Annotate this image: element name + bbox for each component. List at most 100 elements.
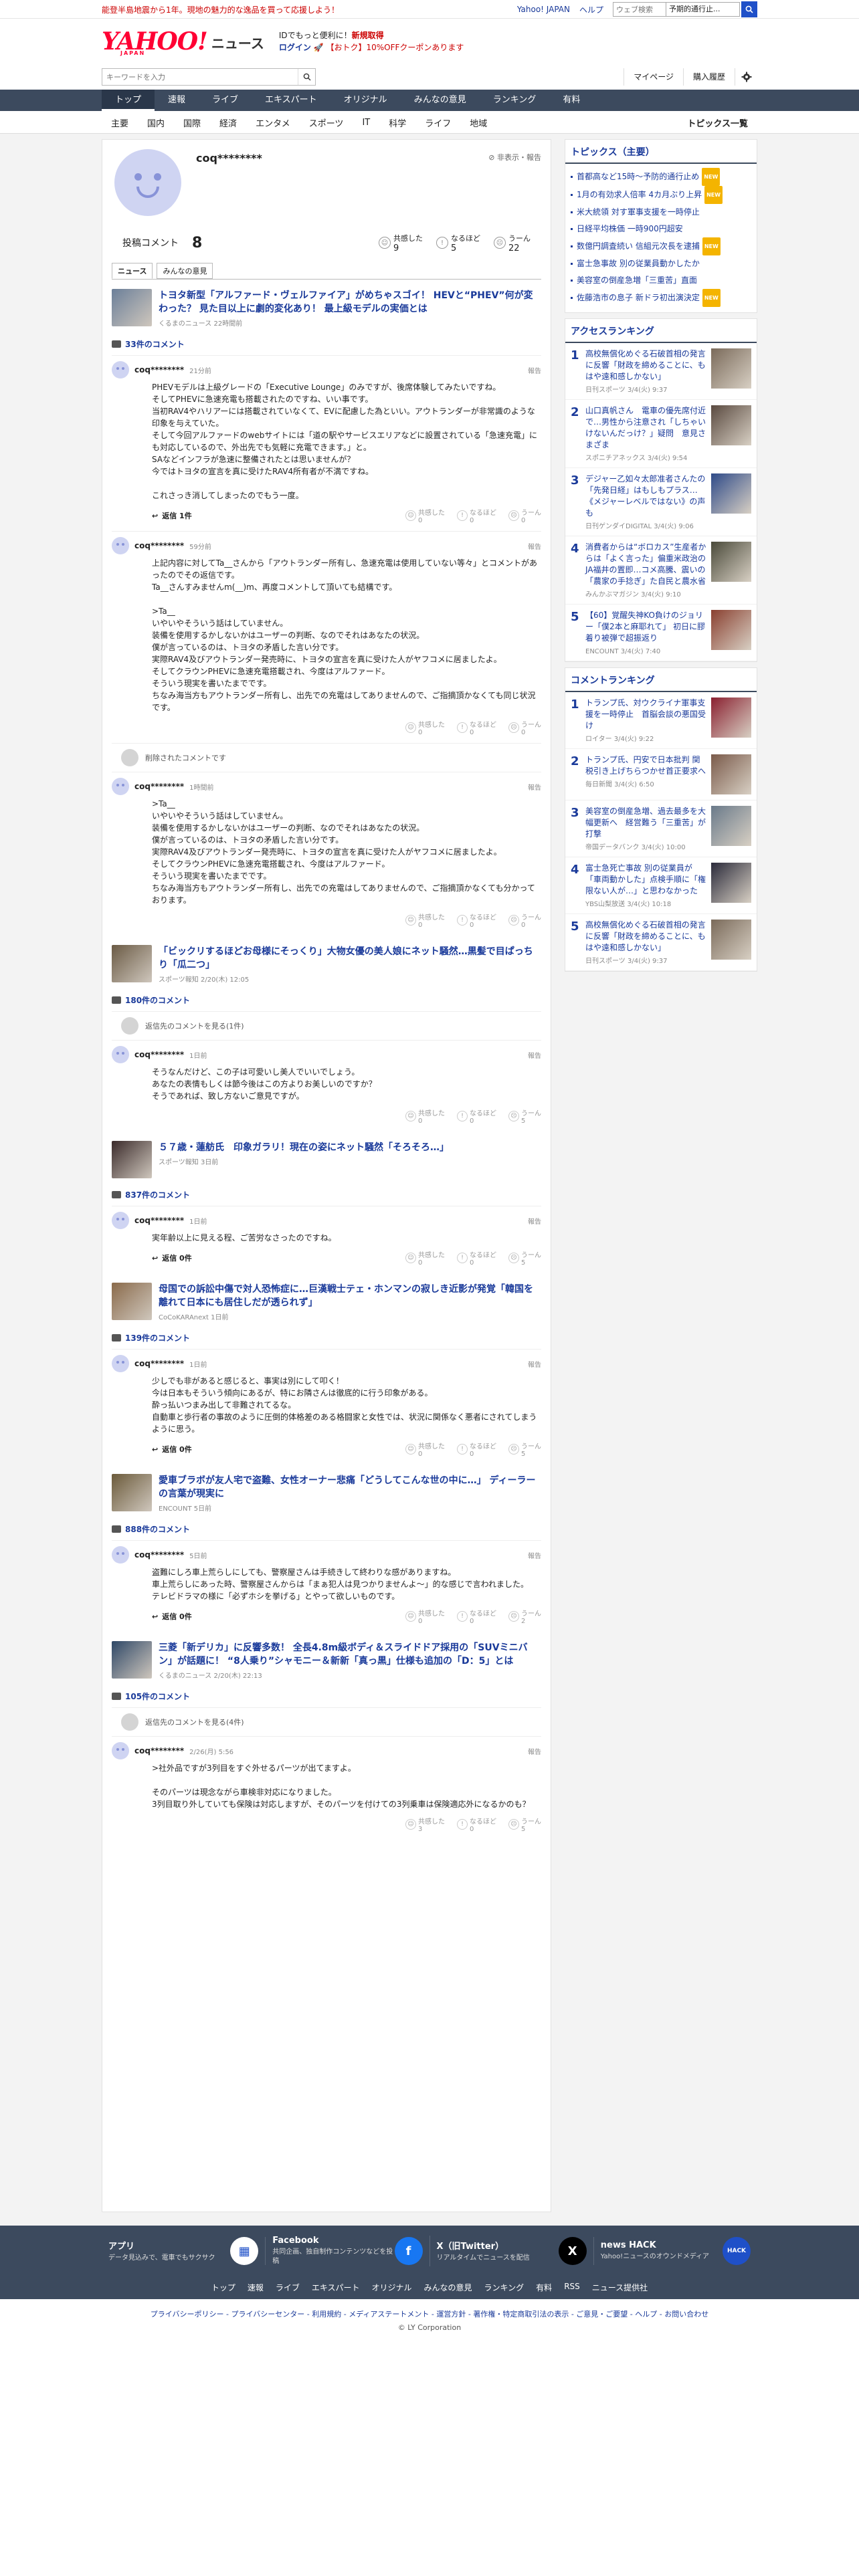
purchase-history-link[interactable]: 購入履歴 xyxy=(682,68,735,86)
settings-button[interactable] xyxy=(735,68,757,86)
help-link[interactable]: ヘルプ xyxy=(579,4,603,15)
report-link[interactable]: 報告 xyxy=(528,1746,541,1756)
article-title[interactable]: 三菱「新デリカ」に反響多数！ 全長4.8m級ボディ＆スライドドア採用の「SUVミ… xyxy=(159,1642,528,1667)
yahoo-japan-link[interactable]: Yahoo! JAPAN xyxy=(517,5,570,14)
reaction-button[interactable]: ! なるほど 0 xyxy=(457,1816,496,1833)
search-suggest-select[interactable]: 予期的通行止... xyxy=(666,2,740,17)
subnav-business[interactable]: 経済 xyxy=(210,116,246,129)
nav-opinions[interactable]: みんなの意見 xyxy=(401,90,480,111)
yahoo-news-logo[interactable]: YAHOO! JAPAN ニュース xyxy=(102,29,264,56)
article-title[interactable]: ５７歳・蓮舫氏 印象ガラリ！現在の姿にネット騒然「そろそろ…」 xyxy=(159,1142,449,1153)
reply-link[interactable]: ↩ 返信 0件 xyxy=(152,1444,192,1455)
subnav-life[interactable]: ライフ xyxy=(415,116,460,129)
subnav-science[interactable]: 科学 xyxy=(379,116,415,129)
web-search-input[interactable] xyxy=(613,2,666,17)
reaction-button[interactable]: ☹ うーん 0 xyxy=(508,911,541,929)
reaction-button[interactable]: ☹ うーん 2 xyxy=(508,1608,541,1625)
footer-facebook-block[interactable]: Facebook 共同企画、独自制作コンテンツなどを投稿 f xyxy=(266,2236,430,2266)
tab-opinions[interactable]: みんなの意見 xyxy=(157,263,213,279)
ranking-item[interactable]: 4 消費者からは“ボロカス”生産者からは「よく言った」偏重米政治のJA福井の置即…… xyxy=(565,536,757,605)
report-link[interactable]: 報告 xyxy=(528,1359,541,1369)
footer-link[interactable]: オリジナル xyxy=(372,2282,412,2293)
see-parent-comment-link[interactable]: 返信先のコメントを見る(1件) xyxy=(112,1011,541,1040)
report-link[interactable]: 報告 xyxy=(528,1216,541,1226)
topic-item[interactable]: 米大統領 対す軍事支援を一時停止 xyxy=(571,204,751,221)
footer-x-block[interactable]: X（旧Twitter） リアルタイムでニュースを配信 X xyxy=(430,2237,594,2265)
reaction-button[interactable]: ☺ 共感した 0 xyxy=(405,911,445,929)
subnav-entertainment[interactable]: エンタメ xyxy=(246,116,300,129)
ranking-item[interactable]: 2 山口真帆さん 電車の優先席付近で…男性から注意され「しちゃいけないんだっけ？」… xyxy=(565,400,757,468)
subnav-main[interactable]: 主要 xyxy=(102,116,138,129)
article-thumbnail[interactable] xyxy=(112,1141,152,1178)
report-link[interactable]: 報告 xyxy=(528,365,541,375)
see-parent-comment-link[interactable]: 返信先のコメントを見る(4件) xyxy=(112,1707,541,1736)
tab-news[interactable]: ニュース xyxy=(112,263,153,279)
article-title[interactable]: トヨタ新型「アルファード・ヴェルファイア」がめちゃスゴイ！ HEVと“PHEV”… xyxy=(159,290,533,314)
reaction-button[interactable]: ! なるほど 0 xyxy=(457,1107,496,1125)
footer-link[interactable]: ランキング xyxy=(484,2282,524,2293)
footer-link[interactable]: ライブ xyxy=(276,2282,300,2293)
article-comments-link[interactable]: 105件のコメント xyxy=(102,1685,551,1707)
ranking-item[interactable]: 5 高校無償化めぐる石破首相の発言に反響「財政を締めることに、もはや遠和感しかない… xyxy=(565,914,757,971)
article-thumbnail[interactable] xyxy=(112,945,152,982)
nav-paid[interactable]: 有料 xyxy=(549,90,593,111)
report-link[interactable]: 報告 xyxy=(528,1050,541,1060)
reaction-button[interactable]: ! なるほど 0 xyxy=(457,507,496,524)
news-search-input[interactable] xyxy=(102,69,298,85)
reaction-button[interactable]: ☹ うーん 0 xyxy=(508,719,541,736)
article-title[interactable]: 愛車ブラボが友人宅で盗難、女性オーナー悲痛「どうしてこんな世の中に…」 ディーラ… xyxy=(159,1475,535,1499)
footer-link[interactable]: ニュース提供社 xyxy=(592,2282,648,2293)
reaction-button[interactable]: ! なるほど 0 xyxy=(457,1440,496,1458)
subnav-sports[interactable]: スポーツ xyxy=(300,116,353,129)
signup-link[interactable]: 新規取得 xyxy=(352,31,384,40)
nav-expert[interactable]: エキスパート xyxy=(252,90,330,111)
hide-report-link[interactable]: ⊘ 非表示・報告 xyxy=(488,152,541,163)
reaction-button[interactable]: ☺ 共感した 0 xyxy=(405,507,445,524)
ranking-item[interactable]: 4 富士急死亡事故 別の従業員が「車両動かした」点検手順に「権限ない人が…」と思わ… xyxy=(565,857,757,914)
reaction-button[interactable]: ☺ 共感した 3 xyxy=(405,1816,445,1833)
article-title[interactable]: 母国での訴訟中傷で対人恐怖症に…巨漢戦士テェ・ホンマンの寂しき近影が発覚「韓国を… xyxy=(159,1284,533,1308)
reaction-button[interactable]: ☹ うーん 5 xyxy=(508,1249,541,1267)
topic-item[interactable]: 1月の有効求人倍率 4カ月ぶり上昇 NEW xyxy=(571,186,751,204)
footer-link[interactable]: RSS xyxy=(564,2282,580,2293)
topics-list-link[interactable]: トピックス一覧 xyxy=(678,116,757,129)
login-link[interactable]: ログイン xyxy=(279,43,311,52)
footer-link[interactable]: 有料 xyxy=(536,2282,552,2293)
article-title[interactable]: 「ビックリするほどお母様にそっくり」大物女優の美人娘にネット騒然…黒髪で目ぱっち… xyxy=(159,946,533,970)
topic-item[interactable]: 佐藤浩市の息子 新ドラ初出演決定 NEW xyxy=(571,289,751,307)
footer-link[interactable]: トップ xyxy=(211,2282,235,2293)
article-comments-link[interactable]: 888件のコメント xyxy=(102,1518,551,1540)
subnav-it[interactable]: IT xyxy=(353,118,379,128)
coupon-text[interactable]: 【おトク】10%OFFクーポンあります xyxy=(326,43,464,52)
subnav-local[interactable]: 地域 xyxy=(460,116,496,129)
ranking-item[interactable]: 1 高校無償化めぐる石破首相の発言に反響「財政を締めることに、もはや遠和感しかない… xyxy=(565,343,757,400)
topic-item[interactable]: 数億円調査続い 信組元次長を逮捕 NEW xyxy=(571,237,751,255)
nav-breaking[interactable]: 速報 xyxy=(155,90,199,111)
article-comments-link[interactable]: 180件のコメント xyxy=(102,989,551,1011)
article-thumbnail[interactable] xyxy=(112,289,152,326)
footer-link[interactable]: エキスパート xyxy=(312,2282,360,2293)
footer-app-block[interactable]: アプリ データ見込みで、電車でもサクサク ▦ xyxy=(102,2237,266,2265)
nav-top[interactable]: トップ xyxy=(102,90,155,111)
reaction-button[interactable]: ☹ うーん 0 xyxy=(508,507,541,524)
article-thumbnail[interactable] xyxy=(112,1474,152,1511)
article-comments-link[interactable]: 33件のコメント xyxy=(102,333,551,355)
reaction-button[interactable]: ☺ 共感した 0 xyxy=(405,1440,445,1458)
ranking-item[interactable]: 3 デジャー乙如々太郎准者さんたの「先発日経」はもしもプラス…《メジャーレベルでは… xyxy=(565,468,757,536)
reaction-button[interactable]: ! なるほど 0 xyxy=(457,911,496,929)
reaction-button[interactable]: ☹ うーん 5 xyxy=(508,1816,541,1833)
article-comments-link[interactable]: 139件のコメント xyxy=(102,1327,551,1349)
article-thumbnail[interactable] xyxy=(112,1641,152,1679)
nav-ranking[interactable]: ランキング xyxy=(480,90,550,111)
top-notice-link[interactable]: 能登半島地震から1年。現地の魅力的な逸品を買って応援しよう！ xyxy=(102,4,339,15)
report-link[interactable]: 報告 xyxy=(528,1550,541,1560)
reaction-button[interactable]: ☹ うーん 5 xyxy=(508,1440,541,1458)
footer-link[interactable]: みんなの意見 xyxy=(424,2282,472,2293)
topic-item[interactable]: 富士急事故 別の従業員動かしたか xyxy=(571,255,751,272)
reaction-button[interactable]: ☺ 共感した 0 xyxy=(405,1608,445,1625)
subnav-domestic[interactable]: 国内 xyxy=(138,116,174,129)
ranking-item[interactable]: 2 トランプ氏、円安で日本批判 関税引き上げちらつかせ首正要求へ 毎日新聞 3/4(… xyxy=(565,749,757,800)
report-link[interactable]: 報告 xyxy=(528,541,541,551)
topic-item[interactable]: 美容室の倒産急増「三重苦」直面 xyxy=(571,272,751,289)
article-comments-link[interactable]: 837件のコメント xyxy=(102,1184,551,1206)
